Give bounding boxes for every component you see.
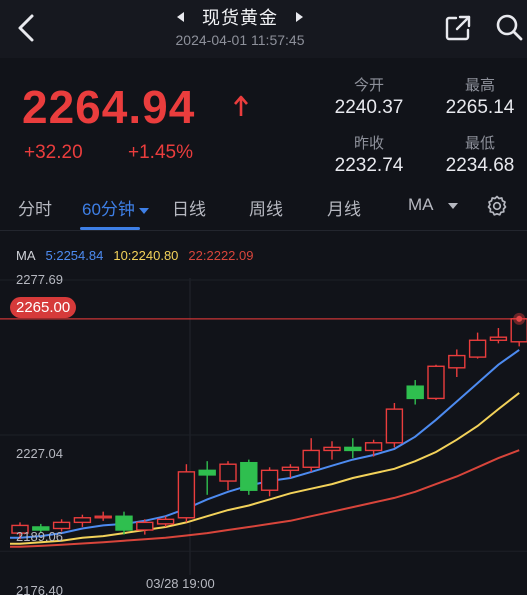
low-value: 2234.68 (445, 155, 515, 176)
candle-body (344, 446, 362, 452)
tab-weekly[interactable]: 周线 (249, 195, 283, 220)
search-icon (496, 14, 523, 41)
candle-body (219, 463, 237, 482)
quote-datetime: 2024-04-01 11:57:45 (175, 32, 305, 48)
candle-body (302, 449, 320, 468)
open-value: 2240.37 (334, 97, 404, 118)
prev-close-label: 昨收 (353, 135, 384, 152)
ma10-label: 10:2240.80 (113, 248, 179, 263)
x-tick-label: 03/28 19:00 (146, 576, 215, 591)
tab-intraday[interactable]: 分时 (18, 195, 52, 220)
gear-icon (487, 195, 507, 216)
tab-60min-label: 60分钟 (82, 200, 135, 219)
candle-body (156, 518, 175, 525)
period-tabs: 分时 60分钟 日线 周线 月线 MA (0, 183, 527, 231)
candle-body (52, 521, 71, 530)
caret-down-icon (138, 207, 149, 214)
high-label: 最高 (464, 77, 495, 94)
candle-body (448, 354, 466, 369)
tab-daily[interactable]: 日线 (172, 195, 206, 220)
candle-body (385, 408, 404, 444)
tab-monthly[interactable]: 月线 (327, 195, 361, 220)
low-stat: 最低 2234.68 (430, 132, 527, 177)
page-title: 现货黄金 (202, 8, 278, 28)
candle-body (427, 365, 445, 400)
triangle-left-icon (177, 12, 184, 22)
prev-close-stat: 昨收 2232.74 (319, 132, 419, 177)
ma5-label: 5:2254.84 (45, 248, 104, 263)
chart-settings-button[interactable] (485, 194, 509, 218)
current-price-tag: 2265.00 (10, 297, 77, 318)
ma-indicator-label: MA (16, 248, 36, 263)
candle-body (364, 442, 383, 452)
candle-body (73, 517, 92, 524)
candle-body (94, 515, 112, 519)
share-button[interactable] (444, 14, 472, 42)
candle-body (115, 515, 133, 531)
title-block: 现货黄金 2024-04-01 11:57:45 (150, 4, 330, 48)
triangle-right-icon (296, 12, 303, 22)
y-tick-label: 2227.04 (16, 446, 63, 461)
price-change: +32.20 (24, 142, 83, 163)
y-tick-label: 2189.06 (16, 529, 63, 544)
arrow-up-icon (234, 95, 248, 116)
prev-close-value: 2232.74 (334, 155, 404, 176)
tab-indicator-ma[interactable]: MA (408, 195, 458, 215)
active-tab-indicator (80, 227, 140, 230)
chevron-left-icon (18, 14, 34, 42)
candle-body (198, 469, 216, 476)
low-label: 最低 (464, 135, 495, 152)
candle-body (489, 336, 508, 341)
search-button[interactable] (494, 12, 524, 42)
candle-body (136, 521, 154, 531)
candlestick-chart[interactable] (0, 262, 527, 595)
ma-legend: MA 5:2254.84 10:2240.80 22:2222.09 (16, 248, 254, 263)
high-stat: 最高 2265.14 (430, 74, 527, 119)
open-label: 今开 (353, 77, 384, 94)
back-button[interactable] (10, 8, 44, 48)
last-price-dot (516, 315, 523, 322)
ma22-label: 22:2222.09 (188, 248, 254, 263)
top-bar: 现货黄金 2024-04-01 11:57:45 (0, 0, 527, 58)
price-change-percent: +1.45% (128, 142, 193, 163)
candle-body (406, 385, 424, 400)
open-stat: 今开 2240.37 (319, 74, 419, 119)
y-tick-label: 2176.40 (16, 583, 63, 595)
tab-ma-label: MA (408, 195, 434, 214)
next-instrument-button[interactable] (288, 6, 310, 28)
candle-body (260, 469, 279, 491)
candle-body (323, 446, 341, 452)
share-icon (445, 15, 471, 41)
quote-panel: 2264.94 +32.20 +1.45% 今开 2240.37 最高 2265… (0, 58, 527, 183)
candle-body (177, 471, 196, 519)
last-price: 2264.94 (22, 81, 196, 133)
tab-60min[interactable]: 60分钟 (82, 195, 149, 220)
y-tick-label: 2277.69 (16, 272, 63, 287)
high-value: 2265.14 (445, 97, 515, 118)
ma22-line (10, 449, 520, 548)
prev-instrument-button[interactable] (170, 6, 192, 28)
caret-down-icon (447, 202, 458, 209)
candle-body (468, 339, 487, 358)
candle-body (240, 461, 258, 491)
candle-body (281, 466, 300, 472)
